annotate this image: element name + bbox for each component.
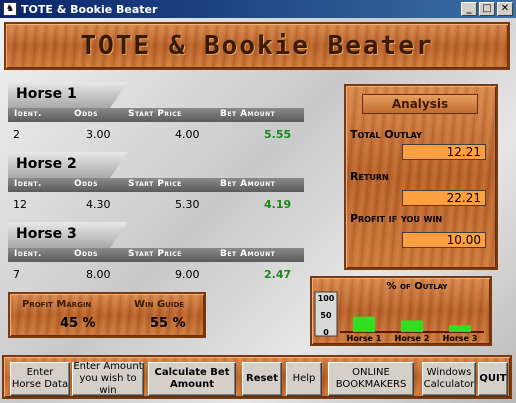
help-button[interactable]: Help — [286, 362, 322, 396]
start-price-header: Start Price — [128, 249, 182, 259]
odds-header: Odds — [74, 249, 98, 259]
horse-1-start-price[interactable]: 4.00 — [175, 128, 200, 141]
profit-margin-value: 45 % — [60, 316, 96, 331]
button-bar: Enter Horse Data Enter Amount you wish t… — [2, 355, 512, 399]
horse-2-start-price[interactable]: 5.30 — [175, 198, 200, 211]
quit-button[interactable]: QUIT — [478, 362, 508, 396]
profit-label: Profit if you win — [350, 212, 443, 225]
horse-1-bet-amount: 5.55 — [264, 128, 292, 141]
ident-header: Ident. — [14, 249, 42, 259]
ident-header: Ident. — [14, 109, 42, 119]
calculate-bet-amount-button[interactable]: Calculate Bet Amount — [148, 362, 236, 396]
win-guide-value: 55 % — [150, 316, 186, 331]
minimize-icon[interactable]: _ — [461, 2, 477, 16]
maximize-icon[interactable]: □ — [479, 2, 495, 16]
horse-2-ident[interactable]: 12 — [13, 198, 27, 211]
horse-3-header: Ident. Odds Start Price Bet Amount — [8, 248, 304, 262]
bet-amount-header: Bet Amount — [220, 249, 276, 259]
horse-3-ident[interactable]: 7 — [13, 268, 20, 281]
start-price-header: Start Price — [128, 179, 182, 189]
horse-app-icon[interactable]: ♞ — [3, 2, 17, 16]
horse-2-label: Horse 2 — [8, 152, 128, 178]
bar-horse-3 — [449, 325, 471, 332]
enter-horse-data-button[interactable]: Enter Horse Data — [10, 362, 70, 396]
y-tick-label: 100 — [318, 294, 335, 303]
horse-1-odds[interactable]: 3.00 — [86, 128, 111, 141]
return-value: 22.21 — [402, 190, 486, 206]
reset-button[interactable]: Reset — [242, 362, 282, 396]
title-bar: ♞ TOTE & Bookie Beater _ □ ✕ — [0, 0, 516, 18]
profit-margin-panel: Profit Margin Win Guide 45 % 55 % — [8, 292, 206, 338]
horse-1-header: Ident. Odds Start Price Bet Amount — [8, 108, 304, 122]
windows-calculator-button[interactable]: Windows Calculator — [422, 362, 476, 396]
banner: TOTE & Bookie Beater — [4, 22, 510, 70]
bet-amount-header: Bet Amount — [220, 109, 276, 119]
horse-3-bet-amount: 2.47 — [264, 268, 292, 281]
outlay-chart: 100 50 0 Horse 1 Horse 2 Horse 3 — [314, 291, 484, 343]
analysis-panel: Analysis Total Outlay 12.21 Return 22.21… — [344, 84, 498, 270]
main-window: TOTE & Bookie Beater Horse 1 Ident. Odds… — [0, 18, 516, 403]
banner-title: TOTE & Bookie Beater — [80, 31, 434, 61]
return-label: Return — [350, 170, 389, 183]
profit-value: 10.00 — [402, 232, 486, 248]
y-tick-label: 50 — [320, 311, 332, 320]
bar-horse-1 — [353, 316, 375, 332]
window-controls: _ □ ✕ — [461, 2, 513, 16]
horse-1-label: Horse 1 — [8, 82, 128, 108]
horse-2-odds[interactable]: 4.30 — [86, 198, 111, 211]
enter-amount-button[interactable]: Enter Amount you wish to win — [72, 361, 144, 396]
x-tick-label: Horse 2 — [395, 334, 430, 343]
horse-2-header: Ident. Odds Start Price Bet Amount — [8, 178, 304, 192]
horse-3-label: Horse 3 — [8, 222, 128, 248]
x-tick-label: Horse 3 — [443, 334, 478, 343]
horse-3-odds[interactable]: 8.00 — [86, 268, 111, 281]
win-guide-label: Win Guide — [134, 299, 185, 310]
odds-header: Odds — [74, 179, 98, 189]
total-outlay-label: Total Outlay — [350, 128, 422, 141]
bar-horse-2 — [401, 320, 423, 332]
total-outlay-value: 12.21 — [402, 144, 486, 160]
odds-header: Odds — [74, 109, 98, 119]
horse-2-bet-amount: 4.19 — [264, 198, 292, 211]
x-tick-label: Horse 1 — [347, 334, 382, 343]
online-bookmakers-button[interactable]: ONLINE BOOKMAKERS — [328, 362, 414, 396]
close-icon[interactable]: ✕ — [497, 2, 513, 16]
bet-amount-header: Bet Amount — [220, 179, 276, 189]
profit-margin-label: Profit Margin — [22, 299, 92, 310]
start-price-header: Start Price — [128, 109, 182, 119]
y-tick-label: 0 — [323, 328, 329, 337]
window-title: TOTE & Bookie Beater — [21, 2, 158, 16]
outlay-chart-panel: % of Outlay 100 50 0 Horse 1 Horse 2 Horse 3 — [310, 276, 492, 346]
ident-header: Ident. — [14, 179, 42, 189]
horse-1-ident[interactable]: 2 — [13, 128, 20, 141]
analysis-title: Analysis — [362, 94, 478, 114]
horse-3-start-price[interactable]: 9.00 — [175, 268, 200, 281]
